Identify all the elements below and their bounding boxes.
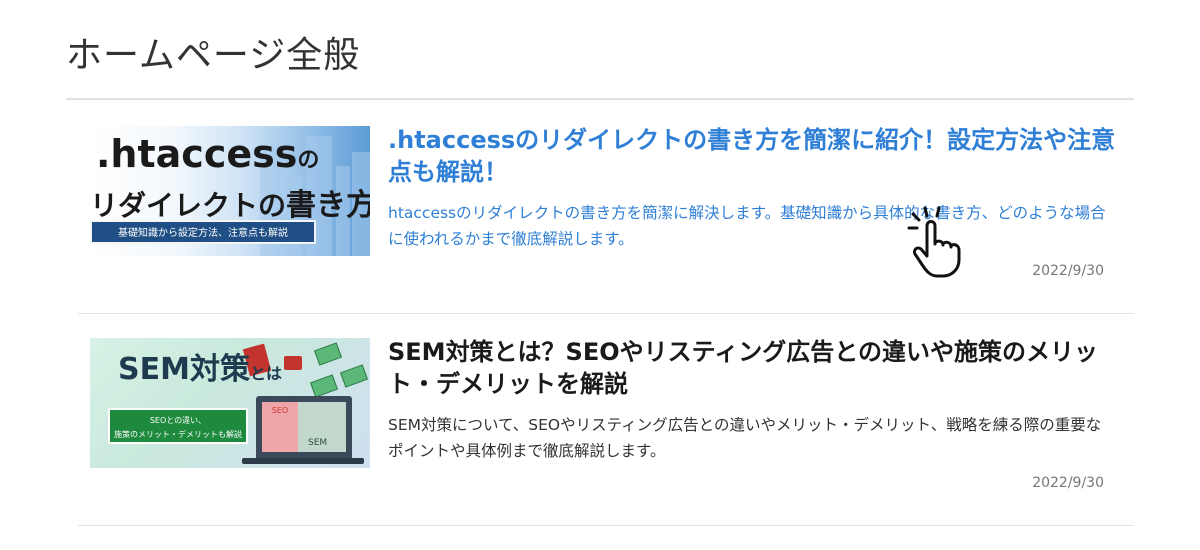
article-excerpt[interactable]: htaccessのリダイレクトの書き方を簡潔に解決します。基礎知識から具体的な書… <box>388 200 1108 252</box>
article-thumbnail[interactable]: SEM対策とは SEOとの違い、 施策のメリット・デメリットも解説 SEO SE… <box>90 338 370 468</box>
sem-label: SEM <box>308 438 328 448</box>
money-icon <box>313 342 343 366</box>
pointer-hand-icon <box>907 206 961 278</box>
article-date: 2022/9/30 <box>1032 263 1104 279</box>
thumb-caption: 基礎知識から設定方法、注意点も解説 <box>90 220 316 244</box>
thumb-subheading: リダイレクトの書き方 <box>90 188 370 223</box>
thumb-caption: SEOとの違い、 施策のメリット・デメリットも解説 <box>108 408 248 444</box>
page-title: ホームページ全般 <box>66 35 361 76</box>
article-thumbnail[interactable]: .htaccessの リダイレクトの書き方 基礎知識から設定方法、注意点も解説 <box>90 126 370 256</box>
article-title-link[interactable]: .htaccessのリダイレクトの書き方を簡潔に紹介！設定方法や注意点も解説！ <box>388 124 1118 188</box>
thumb-heading: SEM対策とは <box>118 352 282 387</box>
video-icon <box>284 356 302 370</box>
article-date: 2022/9/30 <box>1032 475 1104 491</box>
article-excerpt[interactable]: SEM対策について、SEOやリスティング広告との違いやメリット・デメリット、戦略… <box>388 412 1108 464</box>
article-title-link[interactable]: SEM対策とは？SEOやリスティング広告との違いや施策のメリット・デメリットを解… <box>388 336 1118 400</box>
money-icon <box>309 374 339 398</box>
money-icon <box>339 364 369 388</box>
seo-label: SEO <box>262 402 298 452</box>
article-card[interactable]: SEM対策とは SEOとの違い、 施策のメリット・デメリットも解説 SEO SE… <box>78 312 1134 526</box>
article-card[interactable]: .htaccessの リダイレクトの書き方 基礎知識から設定方法、注意点も解説 … <box>78 100 1134 314</box>
thumb-heading: .htaccessの <box>96 132 320 176</box>
